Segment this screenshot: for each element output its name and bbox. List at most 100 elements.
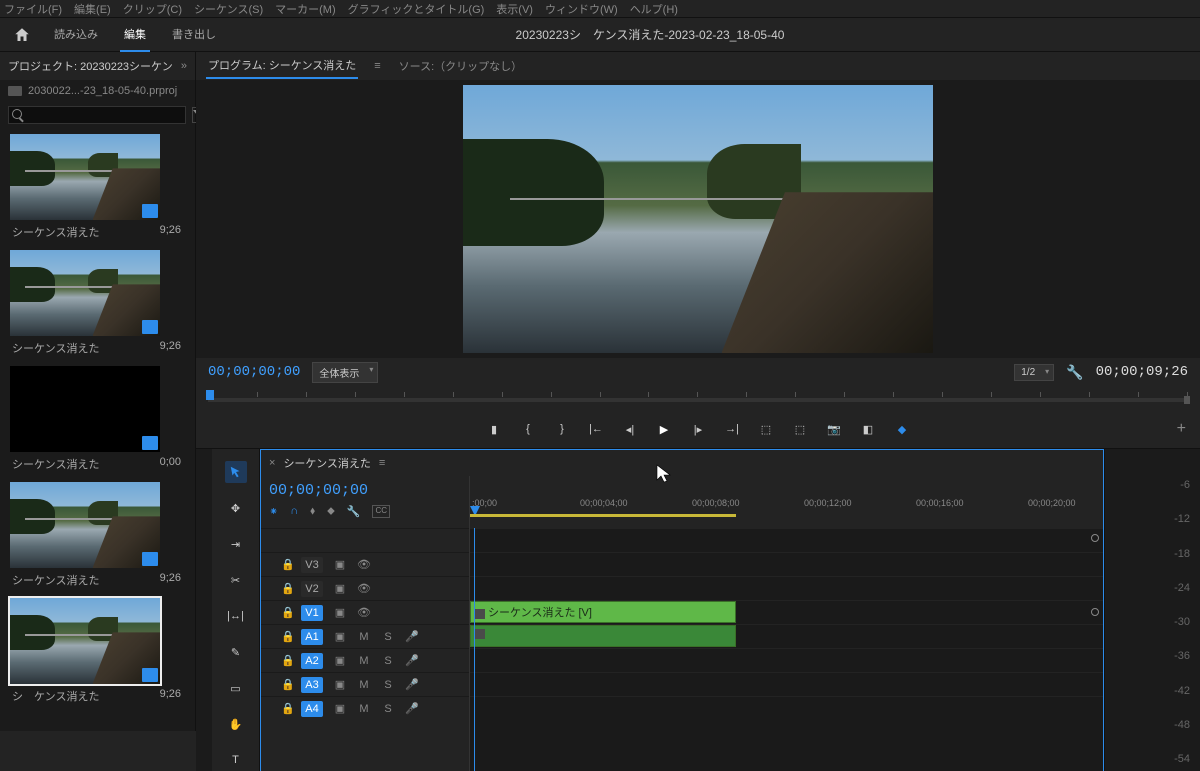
lock-icon[interactable]: 🔒	[281, 630, 291, 643]
voice-over-icon[interactable]: 🎤	[405, 654, 419, 667]
panel-overflow-icon[interactable]: »	[181, 60, 187, 72]
menu-marker[interactable]: マーカー(M)	[275, 1, 336, 17]
mute-button[interactable]: M	[357, 679, 371, 691]
mute-button[interactable]: M	[357, 703, 371, 715]
sync-lock-icon[interactable]: ▣	[333, 702, 347, 715]
track-header-a1[interactable]: 🔒A1▣MS🎤	[261, 624, 469, 648]
step-back-button[interactable]: ◂|	[622, 421, 638, 437]
slip-tool[interactable]: |↔|	[225, 605, 247, 627]
workspace-export[interactable]: 書き出し	[168, 18, 220, 52]
step-forward-button[interactable]: |▸	[690, 421, 706, 437]
export-frame-button[interactable]: 📷	[826, 421, 842, 437]
playhead-line[interactable]	[474, 528, 475, 771]
workspace-import[interactable]: 読み込み	[50, 18, 102, 52]
eye-icon[interactable]: 👁	[357, 606, 371, 619]
track-header-v2[interactable]: 🔒 V2 ▣ 👁	[261, 576, 469, 600]
timeline-tracks-area[interactable]: シーケンス消えた [V]	[469, 528, 1103, 771]
monitor-viewport[interactable]	[196, 80, 1200, 358]
resolution-dropdown[interactable]: 1/2	[1014, 364, 1054, 381]
type-tool[interactable]: T	[225, 749, 247, 771]
panel-menu-icon[interactable]: ≡	[374, 60, 380, 72]
wrench-icon[interactable]: 🔧	[347, 505, 361, 518]
lock-icon[interactable]: 🔒	[281, 702, 291, 715]
lock-icon[interactable]: 🔒	[281, 678, 291, 691]
cc-icon[interactable]: CC	[372, 505, 390, 518]
program-tab[interactable]: プログラム: シーケンス消えた	[206, 53, 358, 79]
menu-help[interactable]: ヘルプ(H)	[630, 1, 678, 17]
solo-button[interactable]: S	[381, 703, 395, 715]
mute-button[interactable]: M	[357, 655, 371, 667]
snap-icon[interactable]: ⁕	[269, 505, 278, 518]
lock-icon[interactable]: 🔒	[281, 558, 291, 571]
track-label[interactable]: A4	[301, 701, 323, 717]
scrub-playhead[interactable]	[206, 390, 214, 400]
settings-icon[interactable]: 🔧	[1066, 364, 1083, 381]
fit-dropdown[interactable]: 全体表示	[312, 362, 378, 383]
solo-button[interactable]: S	[381, 679, 395, 691]
timeline-sequence-title[interactable]: シーケンス消えた	[283, 455, 370, 471]
track-label[interactable]: V3	[301, 557, 323, 573]
proxy-toggle-button[interactable]: ◆	[894, 421, 910, 437]
audio-clip[interactable]	[470, 625, 736, 647]
workspace-edit[interactable]: 編集	[120, 18, 150, 52]
voice-over-icon[interactable]: 🎤	[405, 702, 419, 715]
track-label[interactable]: A3	[301, 677, 323, 693]
mute-button[interactable]: M	[357, 631, 371, 643]
solo-button[interactable]: S	[381, 655, 395, 667]
sync-lock-icon[interactable]: ▣	[333, 678, 347, 691]
bin-clip[interactable]: シーケンス消えた9;26	[10, 250, 183, 360]
extract-button[interactable]: ⬚	[792, 421, 808, 437]
sync-lock-icon[interactable]: ▣	[333, 582, 347, 595]
menu-edit[interactable]: 編集(E)	[74, 1, 111, 17]
project-search-input[interactable]	[8, 106, 186, 124]
timeline-ruler[interactable]: ;00;00 00;00;04;00 00;00;08;00 00;00;12;…	[469, 476, 1103, 528]
razor-tool[interactable]: ✂	[225, 569, 247, 591]
pen-tool[interactable]: ✎	[225, 641, 247, 663]
sync-lock-icon[interactable]: ▣	[333, 654, 347, 667]
bin-clip[interactable]: シーケンス消えた9;26	[10, 482, 183, 592]
solo-button[interactable]: S	[381, 631, 395, 643]
track-select-tool[interactable]: ✥	[225, 497, 247, 519]
panel-menu-icon[interactable]: ≡	[379, 457, 385, 469]
eye-icon[interactable]: 👁	[357, 558, 371, 571]
track-label[interactable]: A2	[301, 653, 323, 669]
close-icon[interactable]: ×	[269, 457, 275, 469]
program-scrub-bar[interactable]	[196, 386, 1200, 410]
menu-file[interactable]: ファイル(F)	[4, 1, 62, 17]
menu-view[interactable]: 表示(V)	[496, 1, 533, 17]
menu-window[interactable]: ウィンドウ(W)	[545, 1, 618, 17]
eye-icon[interactable]: 👁	[357, 582, 371, 595]
video-clip[interactable]: シーケンス消えた [V]	[470, 601, 736, 623]
sync-lock-icon[interactable]: ▣	[333, 558, 347, 571]
lift-button[interactable]: ⬚	[758, 421, 774, 437]
sync-lock-icon[interactable]: ▣	[333, 606, 347, 619]
timecode-current[interactable]: 00;00;00;00	[208, 364, 300, 380]
track-header-v1[interactable]: 🔒 V1 ▣ 👁	[261, 600, 469, 624]
menu-clip[interactable]: クリップ(C)	[123, 1, 182, 17]
marker2-icon[interactable]: ⬥	[327, 505, 335, 518]
home-icon[interactable]	[0, 26, 44, 44]
lock-icon[interactable]: 🔒	[281, 582, 291, 595]
track-label[interactable]: V2	[301, 581, 323, 597]
mark-out-button[interactable]: }	[554, 421, 570, 437]
voice-over-icon[interactable]: 🎤	[405, 678, 419, 691]
lock-icon[interactable]: 🔒	[281, 606, 291, 619]
lock-icon[interactable]: 🔒	[281, 654, 291, 667]
marker-icon[interactable]: ⬧	[310, 505, 315, 518]
voice-over-icon[interactable]: 🎤	[405, 630, 419, 643]
hand-tool[interactable]: ✋	[225, 713, 247, 735]
mark-in-button[interactable]: {	[520, 421, 536, 437]
menu-sequence[interactable]: シーケンス(S)	[194, 1, 263, 17]
rectangle-tool[interactable]: ▭	[225, 677, 247, 699]
track-header-v3[interactable]: 🔒 V3 ▣ 👁	[261, 552, 469, 576]
menu-graphics[interactable]: グラフィックとタイトル(G)	[348, 1, 485, 17]
ripple-edit-tool[interactable]: ⇥	[225, 533, 247, 555]
bin-clip[interactable]: シーケンス消えた9;26	[10, 134, 183, 244]
project-file-row[interactable]: 2030022...-23_18-05-40.prproj	[0, 80, 195, 102]
selection-tool[interactable]	[225, 461, 247, 483]
track-header-a3[interactable]: 🔒 A3 ▣ MS 🎤	[261, 672, 469, 696]
go-to-out-button[interactable]: →|	[724, 421, 740, 437]
linked-selection-icon[interactable]: ∩	[290, 505, 298, 518]
track-label[interactable]: V1	[301, 605, 323, 621]
source-tab[interactable]: ソース:（クリップなし）	[397, 54, 525, 78]
